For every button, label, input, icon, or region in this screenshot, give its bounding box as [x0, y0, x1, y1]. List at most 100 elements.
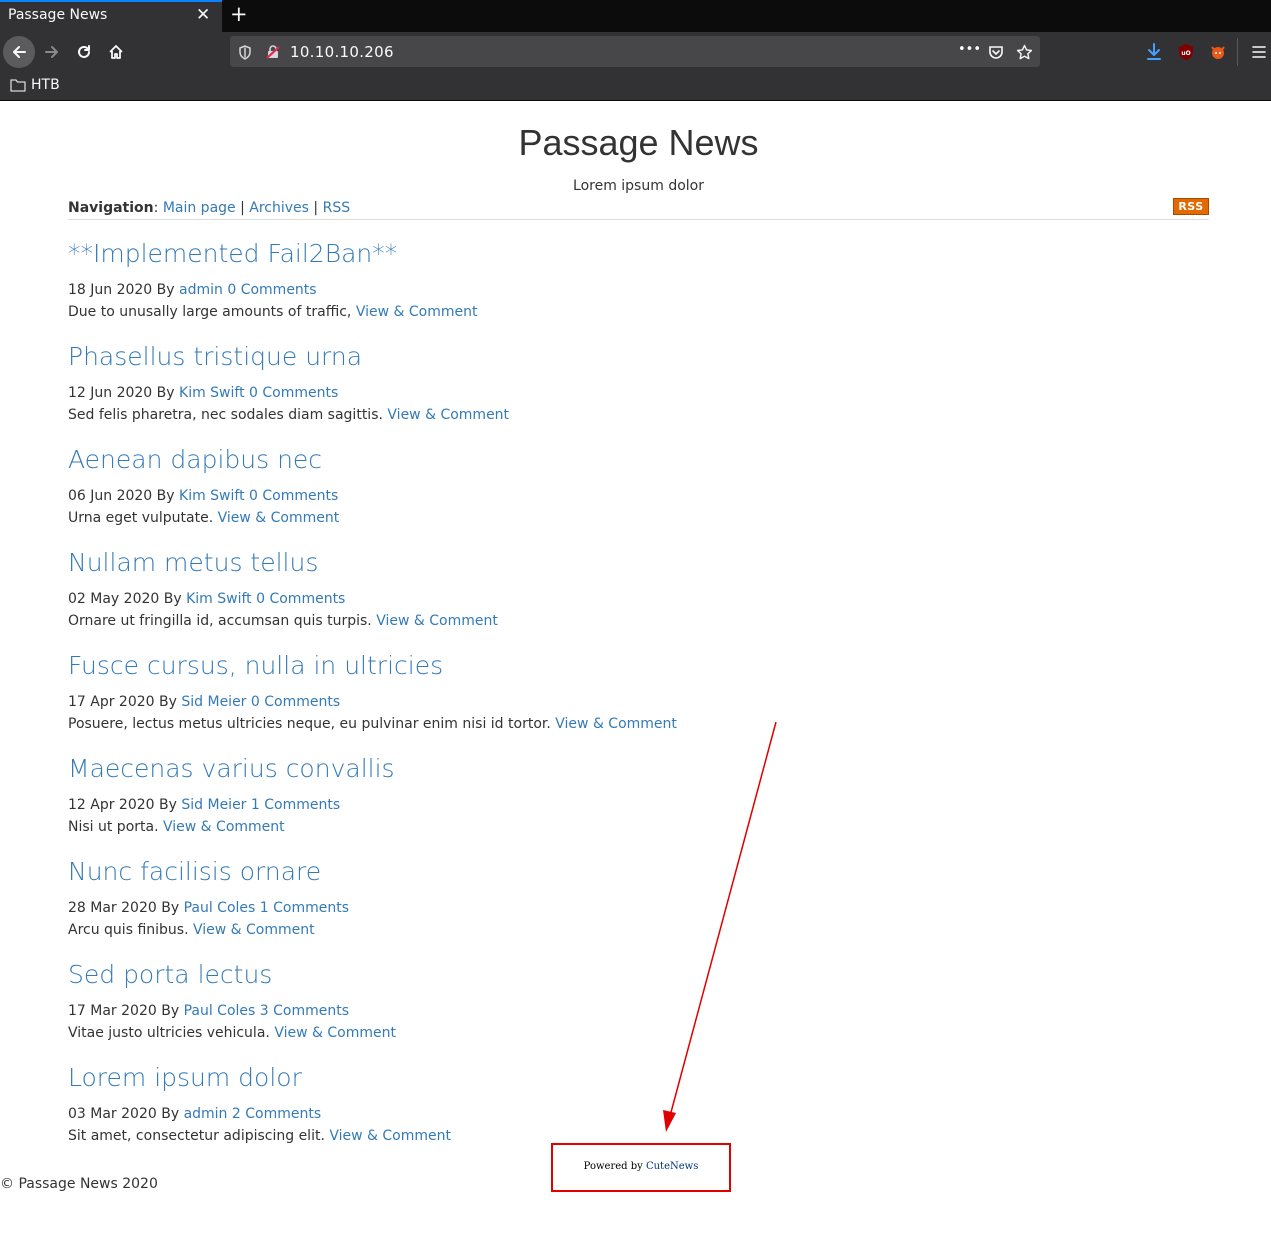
post-comments-link[interactable]: 0 Comments: [256, 591, 345, 607]
view-comment-link[interactable]: View & Comment: [274, 1025, 396, 1041]
view-comment-link[interactable]: View & Comment: [218, 510, 340, 526]
post-comments-link[interactable]: 0 Comments: [227, 282, 316, 298]
powered-by-highlight-box: Powered by CuteNews: [551, 1143, 731, 1192]
post-by: By: [161, 1106, 180, 1122]
post-excerpt: Vitae justo ultricies vehicula. View & C…: [68, 1025, 396, 1041]
post-title-link[interactable]: Maecenas varius convallis: [68, 754, 395, 783]
footer-copyright: © Passage News 2020: [0, 1176, 158, 1192]
post-by: By: [161, 1003, 180, 1019]
view-comment-link[interactable]: View & Comment: [555, 716, 677, 732]
post-excerpt-text: Arcu quis finibus.: [68, 922, 189, 938]
news-post: **Implemented Fail2Ban** 18 Jun 2020 By a…: [68, 239, 1209, 342]
news-post: Nunc facilisis ornare 28 Mar 2020 By Paul…: [68, 857, 1209, 960]
post-author-link[interactable]: Kim Swift: [179, 488, 245, 504]
view-comment-link[interactable]: View & Comment: [329, 1128, 451, 1144]
post-comments-link[interactable]: 0 Comments: [249, 488, 338, 504]
post-excerpt: Urna eget vulputate. View & Comment: [68, 510, 339, 526]
post-excerpt: Posuere, lectus metus ultricies neque, e…: [68, 716, 677, 732]
page-content: Passage News Lorem ipsum dolor Navigatio…: [0, 102, 1271, 1249]
nav-rss-link[interactable]: RSS: [323, 200, 351, 216]
browser-tab[interactable]: Passage News ✕: [0, 0, 222, 32]
post-excerpt: Sit amet, consectetur adipiscing elit. V…: [68, 1128, 451, 1144]
post-meta: 06 Jun 2020 By Kim Swift 0 Comments: [68, 488, 338, 504]
post-title-link[interactable]: Aenean dapibus nec: [68, 445, 322, 474]
bookmark-folder-htb[interactable]: HTB: [10, 77, 60, 93]
post-by: By: [161, 900, 180, 916]
post-author-link[interactable]: admin: [184, 1106, 228, 1122]
url-bar[interactable]: 10.10.10.206 •••: [230, 36, 1040, 67]
tab-bar: Passage News ✕ +: [0, 0, 1271, 32]
cutenews-link[interactable]: CuteNews: [646, 1161, 698, 1172]
post-excerpt: Ornare ut fringilla id, accumsan quis tu…: [68, 613, 498, 629]
post-meta: 02 May 2020 By Kim Swift 0 Comments: [68, 591, 345, 607]
bookmark-folder-label: HTB: [31, 77, 60, 93]
nav-archives-link[interactable]: Archives: [249, 200, 309, 216]
post-meta: 18 Jun 2020 By admin 0 Comments: [68, 282, 317, 298]
post-comments-link[interactable]: 0 Comments: [249, 385, 338, 401]
shield-icon[interactable]: [236, 43, 254, 61]
post-author-link[interactable]: Paul Coles: [184, 900, 256, 916]
post-date: 06 Jun 2020: [68, 488, 153, 504]
view-comment-link[interactable]: View & Comment: [193, 922, 315, 938]
tab-title: Passage News: [8, 7, 108, 23]
site-tagline: Lorem ipsum dolor: [573, 178, 704, 194]
powered-by-text: Powered by CuteNews: [553, 1161, 729, 1172]
view-comment-link[interactable]: View & Comment: [356, 304, 478, 320]
post-author-link[interactable]: Sid Meier: [181, 797, 246, 813]
post-title-link[interactable]: Phasellus tristique urna: [68, 342, 362, 371]
view-comment-link[interactable]: View & Comment: [163, 819, 285, 835]
tab-close-icon[interactable]: ✕: [196, 5, 210, 25]
rss-feed-badge[interactable]: RSS: [1173, 198, 1209, 215]
toolbar-separator: [1237, 38, 1238, 66]
post-title-link[interactable]: **Implemented Fail2Ban**: [68, 239, 397, 268]
post-comments-link[interactable]: 2 Comments: [232, 1106, 321, 1122]
nav-label: Navigation: [68, 200, 154, 216]
insecure-lock-icon[interactable]: [264, 43, 282, 61]
ublock-origin-icon[interactable]: uO: [1175, 41, 1197, 63]
post-comments-link[interactable]: 0 Comments: [251, 694, 340, 710]
foxyproxy-icon[interactable]: [1207, 41, 1229, 63]
navigation-toolbar: 10.10.10.206 ••• uO: [0, 32, 1271, 72]
home-button[interactable]: [100, 36, 132, 68]
nav-main-page-link[interactable]: Main page: [163, 200, 236, 216]
post-comments-link[interactable]: 1 Comments: [260, 900, 349, 916]
post-author-link[interactable]: admin: [179, 282, 223, 298]
menu-hamburger-icon[interactable]: [1248, 41, 1270, 63]
post-title-link[interactable]: Lorem ipsum dolor: [68, 1063, 302, 1092]
url-text[interactable]: 10.10.10.206: [290, 43, 394, 61]
post-by: By: [163, 591, 182, 607]
downloads-icon[interactable]: [1143, 41, 1165, 63]
post-title-link[interactable]: Sed porta lectus: [68, 960, 272, 989]
page-actions-icon[interactable]: •••: [958, 42, 981, 57]
post-by: By: [156, 282, 175, 298]
post-author-link[interactable]: Paul Coles: [184, 1003, 256, 1019]
post-title-link[interactable]: Fusce cursus, nulla in ultricies: [68, 651, 443, 680]
news-post: Aenean dapibus nec 06 Jun 2020 By Kim Swi…: [68, 445, 1209, 548]
post-excerpt: Sed felis pharetra, nec sodales diam sag…: [68, 407, 509, 423]
post-excerpt-text: Urna eget vulputate.: [68, 510, 214, 526]
view-comment-link[interactable]: View & Comment: [376, 613, 498, 629]
post-author-link[interactable]: Sid Meier: [181, 694, 246, 710]
post-date: 18 Jun 2020: [68, 282, 153, 298]
new-tab-button[interactable]: +: [230, 2, 248, 26]
view-comment-link[interactable]: View & Comment: [387, 407, 509, 423]
back-button[interactable]: [3, 36, 35, 68]
post-date: 12 Jun 2020: [68, 385, 153, 401]
post-meta: 17 Apr 2020 By Sid Meier 0 Comments: [68, 694, 340, 710]
post-excerpt-text: Sit amet, consectetur adipiscing elit.: [68, 1128, 325, 1144]
post-title-link[interactable]: Nullam metus tellus: [68, 548, 318, 577]
pocket-icon[interactable]: [987, 43, 1005, 61]
reload-button[interactable]: [68, 36, 100, 68]
bookmark-star-icon[interactable]: [1015, 43, 1033, 61]
news-post: Maecenas varius convallis 12 Apr 2020 By …: [68, 754, 1209, 857]
site-navigation: Navigation: Main page | Archives | RSS: [68, 200, 350, 216]
post-title-link[interactable]: Nunc facilisis ornare: [68, 857, 321, 886]
post-author-link[interactable]: Kim Swift: [179, 385, 245, 401]
forward-button[interactable]: [36, 36, 68, 68]
post-author-link[interactable]: Kim Swift: [186, 591, 252, 607]
folder-icon: [10, 79, 26, 92]
post-comments-link[interactable]: 3 Comments: [260, 1003, 349, 1019]
post-comments-link[interactable]: 1 Comments: [251, 797, 340, 813]
post-excerpt: Due to unusally large amounts of traffic…: [68, 304, 477, 320]
post-meta: 03 Mar 2020 By admin 2 Comments: [68, 1106, 321, 1122]
